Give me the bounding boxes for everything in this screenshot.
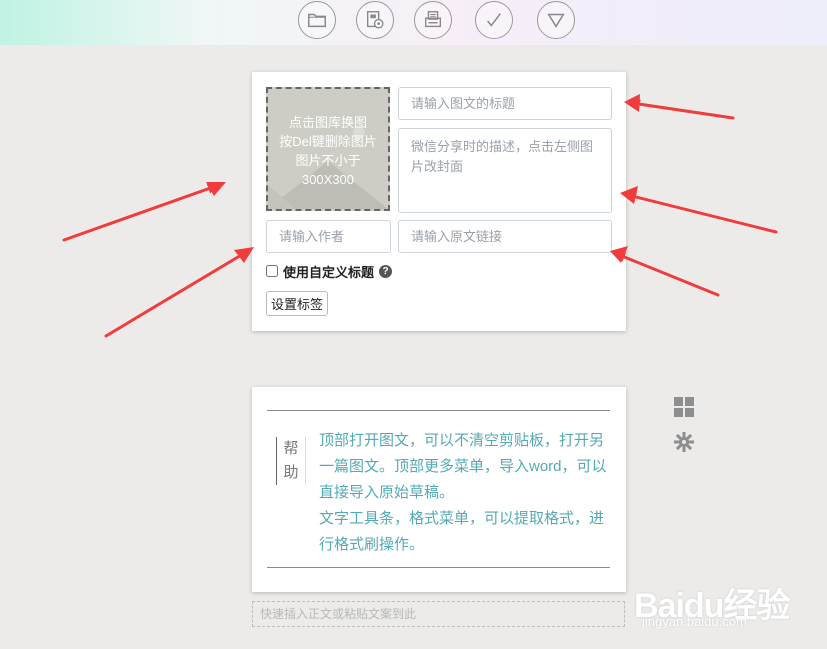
help-label: 帮 助 [276,437,306,485]
author-input[interactable] [266,220,391,253]
baidu-jingyan-watermark: Baidu经验 jingyan.baidu.com [634,578,824,629]
print-button[interactable] [414,1,452,39]
question-icon[interactable]: ? [379,264,393,278]
arrow-to-title [630,99,735,120]
help-text: 顶部打开图文，可以不清空剪贴板，打开另一篇图文。顶部更多菜单，导入word，可以… [319,428,615,558]
more-menu-button[interactable] [537,1,575,39]
watermark-url: jingyan.baidu.com [642,614,747,629]
set-tags-button[interactable]: 设置标签 [266,291,328,316]
cover-hint: 点击图库换图 按Del键删除图片 图片不小于 300X300 [279,115,377,187]
dropdown-triangle-icon [547,13,565,28]
checkmark-icon [487,13,501,27]
grid-layout-icon[interactable] [674,397,694,417]
picture-gallery-icon [366,11,384,29]
arrow-to-author [104,249,250,338]
custom-title-option[interactable]: 使用自定义标题 ? [266,263,393,280]
custom-title-label: 使用自定义标题 [283,264,375,280]
help-paragraph: 顶部打开图文，可以不清空剪贴板，打开另一篇图文。顶部更多菜单，导入word，可以… [319,432,607,501]
gear-icon[interactable] [674,432,694,452]
custom-title-checkbox[interactable] [266,265,278,277]
top-toolbar [0,0,827,45]
open-folder-button[interactable] [298,1,336,39]
folder-icon [308,13,326,28]
divider [267,410,610,411]
help-paragraph: 文字工具条，格式菜单，可以提取格式，进行格式刷操作。 [319,510,605,553]
article-meta-card: 点击图库换图 按Del键删除图片 图片不小于 300X300 使用自定义标题 ?… [252,72,626,331]
arrow-to-cover [62,183,218,242]
image-library-button[interactable] [356,1,394,39]
help-card: 帮 助 顶部打开图文，可以不清空剪贴板，打开另一篇图文。顶部更多菜单，导入wor… [252,387,626,592]
paste-content-area[interactable]: 快速插入正文或粘贴文案到此 [252,601,625,627]
confirm-button[interactable] [475,1,513,39]
printer-icon [424,11,442,28]
title-input[interactable] [398,87,612,120]
cover-image-placeholder[interactable]: 点击图库换图 按Del键删除图片 图片不小于 300X300 [266,87,390,211]
source-link-input[interactable] [398,220,612,253]
description-input[interactable] [398,128,612,213]
arrow-to-link [615,252,720,297]
arrow-to-description [626,192,778,234]
divider [267,567,610,568]
